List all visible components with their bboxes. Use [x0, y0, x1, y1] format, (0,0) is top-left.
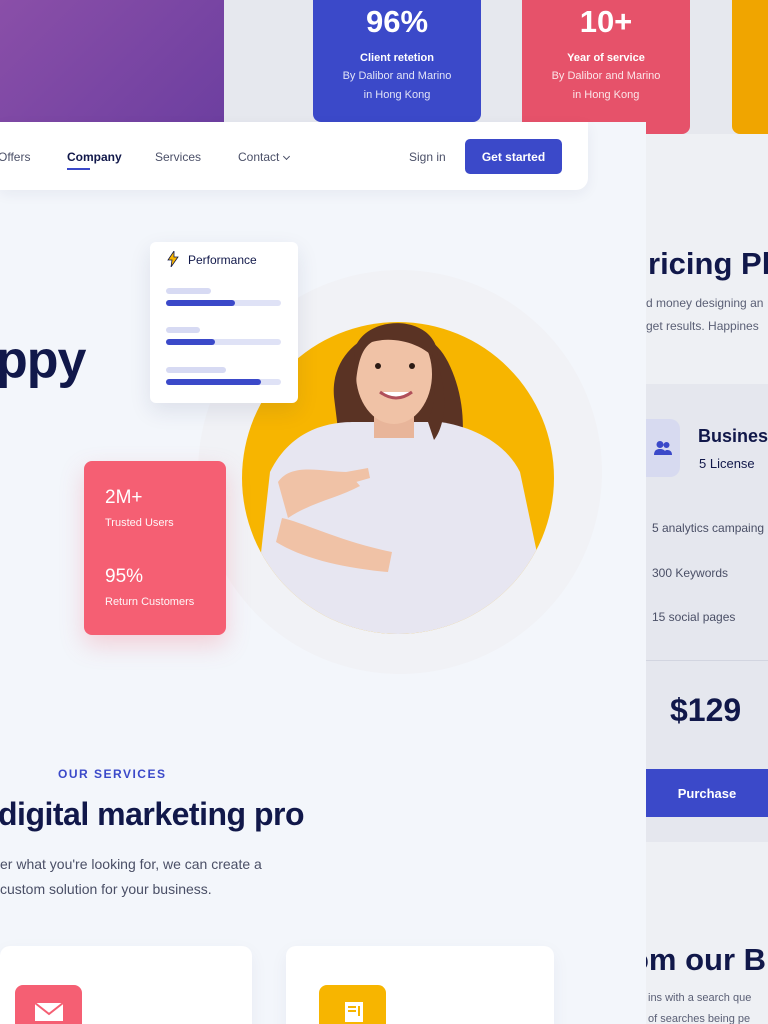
pricing-description: d money designing an get results. Happin… [646, 292, 763, 338]
stat-card-retention: 96% Client retetion By Dalibor and Marin… [313, 0, 481, 122]
services-title: digital marketing pro [0, 796, 304, 832]
chevron-down-icon [283, 152, 291, 161]
pricing-desc-line1: d money designing an [646, 296, 764, 310]
progress-bar [166, 379, 281, 385]
mail-icon [15, 985, 82, 1024]
stat-label: Trusted Users [105, 517, 174, 529]
nav-link-company[interactable]: Company [67, 150, 122, 164]
progress-fill [166, 379, 262, 385]
nav-link-services[interactable]: Services [155, 150, 201, 164]
plan-feature: 15 social pages [652, 610, 736, 624]
stat-value: 2M+ [105, 487, 143, 508]
services-desc-line1: er what you're looking for, we can creat… [0, 856, 262, 872]
nav-link-offers[interactable]: Offers [0, 150, 30, 164]
stat-title: Client retetion [360, 52, 434, 64]
blog-desc-line2: of searches being pe [648, 1013, 751, 1024]
lightning-icon [167, 251, 179, 267]
purchase-button[interactable]: Purchase [646, 769, 768, 817]
nav-active-indicator [67, 168, 90, 170]
performance-title: Performance [188, 253, 257, 267]
users-stats-card: 2M+ Trusted Users 95% Return Customers [84, 461, 226, 635]
plan-name: Busines [698, 426, 768, 446]
services-desc-line2: custom solution for your business. [0, 881, 212, 897]
users-icon [646, 419, 680, 477]
blog-description: ins with a search que of searches being … [648, 988, 751, 1024]
plan-license: 5 License [699, 456, 755, 471]
pricing-title: ricing Pla [648, 246, 768, 281]
performance-card: Performance [150, 242, 298, 403]
plan-feature: 300 Keywords [652, 566, 729, 580]
services-tag: OUR SERVICES [58, 767, 167, 781]
stat-subtitle-line2: in Hong Kong [572, 89, 640, 101]
stat-card-years: 10+ Year of service By Dalibor and Marin… [522, 0, 690, 134]
stat-title: Year of service [567, 52, 645, 64]
bar-label [166, 288, 211, 294]
stat-value: 95% [105, 566, 144, 587]
bar-label [166, 367, 226, 373]
stat-subtitle-line2: in Hong Kong [363, 89, 431, 101]
document-icon [319, 985, 386, 1024]
plan-feature: 5 analytics campaing [652, 521, 765, 535]
pricing-desc-line2: get results. Happines [646, 319, 759, 333]
progress-fill [166, 300, 235, 306]
progress-bar [166, 339, 281, 345]
stat-subtitle-line1: By Dalibor and Marino [551, 70, 661, 82]
stat-value: 10+ [579, 4, 633, 39]
stat-subtitle-line1: By Dalibor and Marino [342, 70, 452, 82]
hero-title: ppy [0, 331, 86, 389]
services-description: er what you're looking for, we can creat… [0, 852, 262, 902]
stat-label: Return Customers [105, 596, 195, 608]
blog-desc-line1: ins with a search que [648, 992, 752, 1004]
nav-contact-label: Contact [238, 150, 280, 164]
blog-title: om our B [630, 942, 767, 977]
plan-divider [646, 660, 768, 661]
hero-background-image [0, 0, 224, 122]
progress-bar [166, 300, 281, 306]
stat-card-partial [732, 0, 768, 134]
sign-in-link[interactable]: Sign in [409, 150, 446, 164]
plan-price: $129 [670, 692, 742, 728]
bar-label [166, 327, 200, 333]
stat-value: 96% [365, 4, 429, 39]
progress-fill [166, 339, 216, 345]
get-started-button[interactable]: Get started [465, 139, 562, 174]
nav-link-contact[interactable]: Contact [238, 150, 291, 164]
